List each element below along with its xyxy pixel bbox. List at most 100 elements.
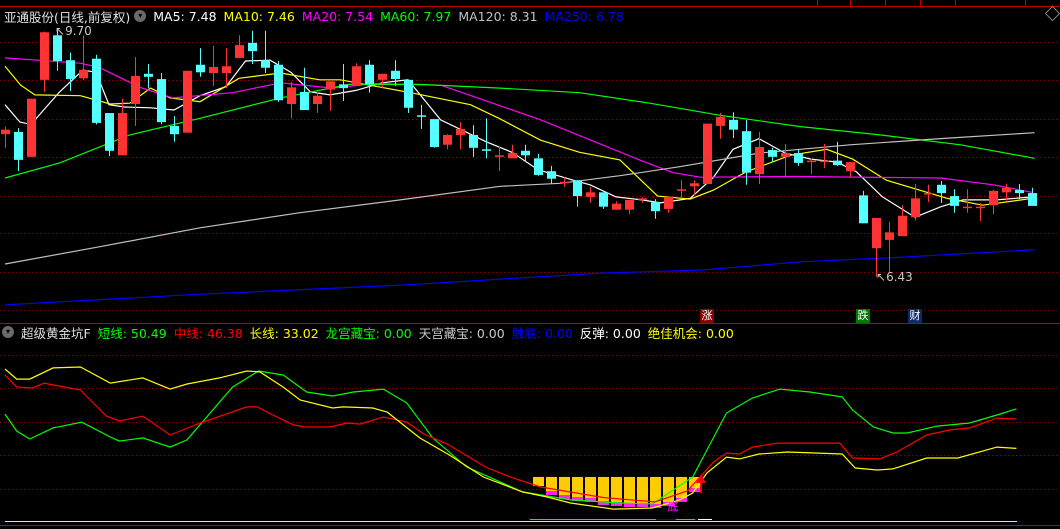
candle[interactable] bbox=[105, 113, 114, 157]
candle[interactable] bbox=[807, 158, 816, 175]
candle[interactable] bbox=[92, 54, 101, 125]
candle[interactable] bbox=[417, 104, 426, 129]
candle-body bbox=[846, 162, 855, 172]
candle-body bbox=[105, 113, 114, 151]
candle-body bbox=[300, 91, 309, 111]
candle[interactable] bbox=[287, 82, 296, 119]
signal-bar bbox=[637, 476, 648, 504]
candle-body bbox=[703, 123, 712, 185]
candle[interactable] bbox=[547, 165, 556, 185]
candle[interactable] bbox=[703, 123, 712, 185]
candle[interactable] bbox=[339, 63, 348, 101]
candle-body bbox=[287, 87, 296, 104]
candle[interactable] bbox=[677, 180, 686, 199]
indicator-line-短线 bbox=[4, 370, 1017, 505]
ma-legend-item-2: MA20: 7.54 bbox=[301, 8, 374, 24]
candle[interactable] bbox=[781, 144, 790, 178]
candle-body bbox=[638, 198, 647, 200]
candle[interactable] bbox=[924, 184, 933, 203]
indicator-legend: ▾ 超级黄金坑F 短线: 50.49 中线: 46.38 长线: 33.02 龙宫藏宝… bbox=[0, 322, 748, 342]
candle[interactable] bbox=[326, 81, 335, 111]
candle[interactable] bbox=[261, 30, 270, 74]
dropdown-circle-icon[interactable]: ▾ bbox=[2, 326, 14, 338]
candle[interactable] bbox=[872, 217, 881, 277]
candle[interactable] bbox=[599, 192, 608, 209]
indicator-legend-item-4: 天宫藏宝: 0.00 bbox=[418, 325, 505, 341]
candle-body bbox=[14, 131, 23, 160]
candle-body bbox=[625, 199, 634, 210]
candle[interactable] bbox=[664, 196, 673, 213]
candle-body bbox=[716, 116, 725, 126]
event-marker[interactable]: 涨 bbox=[700, 309, 714, 323]
candle[interactable] bbox=[690, 180, 699, 196]
candle[interactable] bbox=[131, 57, 140, 126]
candle[interactable] bbox=[235, 35, 244, 58]
candle[interactable] bbox=[495, 146, 504, 172]
candle[interactable] bbox=[170, 116, 179, 142]
signal-bar bbox=[559, 476, 570, 496]
candle[interactable] bbox=[742, 119, 751, 185]
candle[interactable] bbox=[625, 199, 634, 215]
candle[interactable] bbox=[209, 45, 218, 86]
candle[interactable] bbox=[937, 181, 946, 203]
candle[interactable] bbox=[898, 205, 907, 237]
candle[interactable] bbox=[846, 162, 855, 178]
event-marker[interactable]: 财 bbox=[908, 309, 922, 323]
candle[interactable] bbox=[196, 48, 205, 77]
candle-body bbox=[859, 195, 868, 224]
candle[interactable] bbox=[27, 98, 36, 157]
candle[interactable] bbox=[612, 201, 621, 210]
candle-body bbox=[599, 192, 608, 207]
candle[interactable] bbox=[534, 153, 543, 176]
candle[interactable] bbox=[573, 180, 582, 207]
candle-body bbox=[157, 79, 166, 123]
candle[interactable] bbox=[885, 221, 894, 273]
main-chart-legend: 亚通股份(日线,前复权) ▾ MA5: 7.48 MA10: 7.46 MA20: … bbox=[4, 6, 638, 26]
candle[interactable] bbox=[404, 79, 413, 114]
candle[interactable] bbox=[1, 126, 10, 148]
candle[interactable] bbox=[144, 63, 153, 89]
candle-body bbox=[274, 64, 283, 101]
candle[interactable] bbox=[378, 73, 387, 89]
candle[interactable] bbox=[352, 63, 361, 86]
candle[interactable] bbox=[469, 125, 478, 157]
candle[interactable] bbox=[859, 190, 868, 224]
candle[interactable] bbox=[157, 73, 166, 125]
candle[interactable] bbox=[482, 118, 491, 159]
candle[interactable] bbox=[768, 147, 777, 163]
candle[interactable] bbox=[40, 31, 49, 92]
candle[interactable] bbox=[950, 189, 959, 213]
candle[interactable] bbox=[14, 128, 23, 172]
candle-body bbox=[521, 150, 530, 156]
dropdown-circle-icon[interactable]: ▾ bbox=[134, 10, 147, 22]
candle[interactable] bbox=[456, 122, 465, 150]
event-marker[interactable]: 跌 bbox=[856, 309, 870, 323]
candle[interactable] bbox=[794, 149, 803, 166]
candle-body bbox=[677, 189, 686, 191]
indicator-legend-item-7: 绝佳机会: 0.00 bbox=[647, 325, 734, 341]
indicator-title: 超级黄金坑F bbox=[21, 325, 91, 341]
candle-body bbox=[352, 66, 361, 86]
candle[interactable] bbox=[638, 196, 647, 203]
candle-body bbox=[313, 95, 322, 104]
candle[interactable] bbox=[274, 60, 283, 102]
candle[interactable] bbox=[183, 70, 192, 133]
candle-body bbox=[807, 160, 816, 163]
candle[interactable] bbox=[430, 119, 439, 148]
candle-body bbox=[1015, 190, 1024, 194]
candle[interactable] bbox=[989, 190, 998, 215]
candle-body bbox=[131, 76, 140, 104]
candle[interactable] bbox=[313, 92, 322, 114]
candle[interactable] bbox=[248, 30, 257, 64]
price-chart[interactable] bbox=[0, 0, 1060, 529]
candle[interactable] bbox=[963, 189, 972, 213]
candle-body bbox=[963, 206, 972, 209]
candle-body bbox=[820, 160, 829, 163]
candle[interactable] bbox=[79, 35, 88, 80]
candle[interactable] bbox=[586, 187, 595, 203]
candle-body bbox=[768, 150, 777, 157]
candle[interactable] bbox=[1028, 187, 1037, 206]
candle-body bbox=[781, 153, 790, 157]
candle[interactable] bbox=[716, 113, 725, 139]
candle[interactable] bbox=[443, 134, 452, 150]
